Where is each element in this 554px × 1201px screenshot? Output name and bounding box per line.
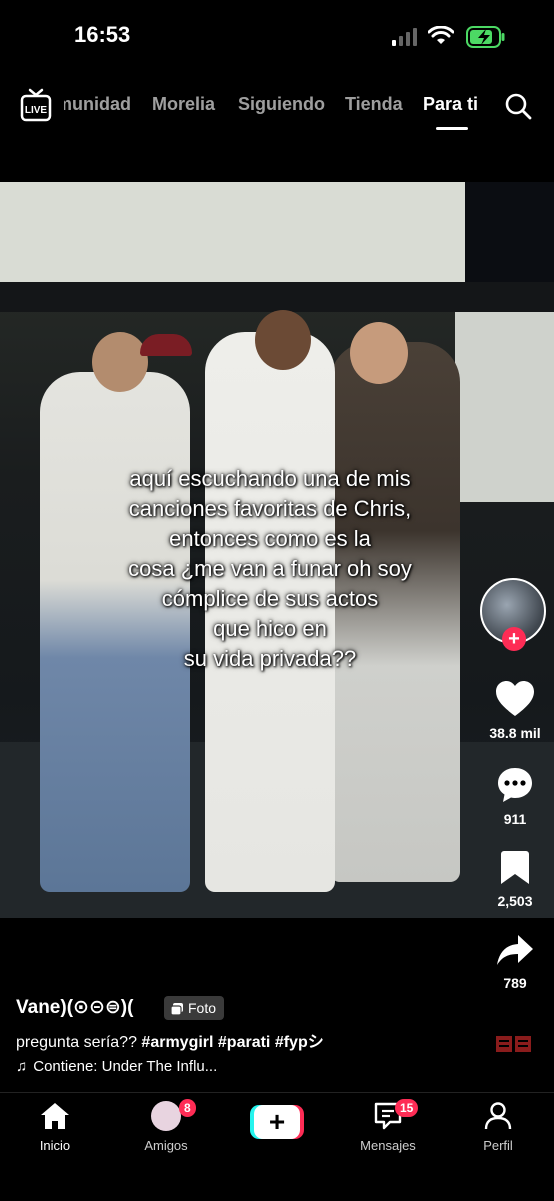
comment-icon (498, 768, 532, 802)
photo-caption: aquí escuchando una de mis canciones fav… (60, 464, 480, 674)
comment-button[interactable]: 911 (476, 766, 554, 827)
photo-mode-badge: Foto (164, 996, 225, 1020)
nav-friends-label: Amigos (144, 1138, 188, 1153)
caption-line: aquí escuchando una de mis (129, 466, 411, 491)
hashtags[interactable]: #armygirl #parati #fypシ (141, 1034, 323, 1051)
inbox-notification-badge: 15 (395, 1099, 419, 1117)
friends-notification-badge: 8 (179, 1099, 196, 1117)
tab-siguiendo[interactable]: Siguiendo (238, 94, 325, 115)
heart-icon (496, 681, 534, 716)
share-count: 789 (503, 975, 527, 991)
photo-person-left-head (92, 332, 148, 392)
nav-inbox-label: Mensajes (360, 1138, 416, 1153)
cellular-signal-icon (392, 28, 417, 46)
caption-line: entonces como es la (169, 526, 371, 551)
share-arrow-icon (497, 935, 533, 965)
caption-line: su vida privada?? (183, 646, 357, 671)
photo-stack-icon (170, 1003, 183, 1016)
description-text: pregunta sería?? (16, 1034, 142, 1051)
share-button[interactable]: 789 (476, 934, 554, 991)
author-avatar-group: + (480, 578, 548, 651)
photo-background (0, 182, 465, 282)
tab-para-ti[interactable]: Para ti (423, 94, 478, 115)
profile-icon (484, 1102, 512, 1130)
feed-tabs: munidad Morelia Siguiendo Tienda Para ti (64, 94, 494, 124)
create-post-button[interactable]: + (250, 1105, 304, 1139)
active-tab-indicator (436, 127, 468, 130)
post-photo[interactable]: aquí escuchando una de mis canciones fav… (0, 182, 554, 918)
home-icon (41, 1103, 69, 1129)
like-count: 38.8 mil (489, 725, 541, 741)
tab-comunidad[interactable]: munidad (64, 94, 131, 115)
nav-profile-label: Perfil (483, 1138, 513, 1153)
live-icon[interactable]: LIVE (20, 88, 52, 122)
nav-home[interactable]: Inicio (10, 1101, 100, 1153)
battery-charging-icon (466, 26, 505, 48)
search-icon[interactable] (504, 92, 532, 120)
nav-profile[interactable]: Perfil (453, 1101, 543, 1153)
post-description[interactable]: pregunta sería?? #armygirl #parati #fypシ (16, 1028, 324, 1052)
caption-line: que hico en (213, 616, 327, 641)
save-button[interactable]: 2,503 (476, 850, 554, 909)
author-username[interactable]: Vane)(⊙⊝⊜)( (16, 996, 133, 1019)
nav-inbox[interactable]: 15 Mensajes (343, 1099, 433, 1153)
bookmark-icon (501, 851, 529, 884)
status-time: 16:53 (74, 22, 131, 47)
nav-friends[interactable]: 8 Amigos (121, 1099, 211, 1153)
photo-person-left-cap (140, 334, 192, 356)
top-navigation: LIVE munidad Morelia Siguiendo Tienda Pa… (0, 80, 554, 130)
nav-home-label: Inicio (39, 1138, 71, 1153)
like-button[interactable]: 38.8 mil (476, 680, 554, 741)
music-disc-icon[interactable] (496, 1030, 532, 1058)
friends-avatar (151, 1101, 181, 1131)
photo-person-center-head (255, 310, 311, 370)
caption-line: cosa ¿me van a funar oh soy (128, 556, 412, 581)
plus-icon: + (254, 1105, 300, 1139)
photo-person-right-head (350, 322, 408, 384)
caption-line: cómplice de sus actos (161, 586, 379, 611)
status-bar: 16:53 (0, 0, 554, 70)
wifi-icon (428, 26, 454, 44)
bottom-navigation: Inicio 8 Amigos + 15 Mensajes Perfil (0, 1092, 554, 1201)
tab-tienda[interactable]: Tienda (345, 94, 403, 115)
music-title: Contiene: Under The Influ... (33, 1058, 218, 1075)
caption-line: canciones favoritas de Chris, (128, 496, 412, 521)
save-count: 2,503 (497, 893, 533, 909)
photo-mode-label: Foto (188, 1000, 217, 1016)
live-label: LIVE (25, 105, 48, 116)
music-note-icon: ♫ (16, 1058, 28, 1075)
comment-count: 911 (503, 811, 527, 827)
tab-morelia[interactable]: Morelia (152, 94, 215, 115)
music-info[interactable]: ♫ Contiene: Under The Influ... (16, 1058, 217, 1075)
follow-button[interactable]: + (502, 627, 526, 651)
photo-background-beam (0, 282, 554, 312)
